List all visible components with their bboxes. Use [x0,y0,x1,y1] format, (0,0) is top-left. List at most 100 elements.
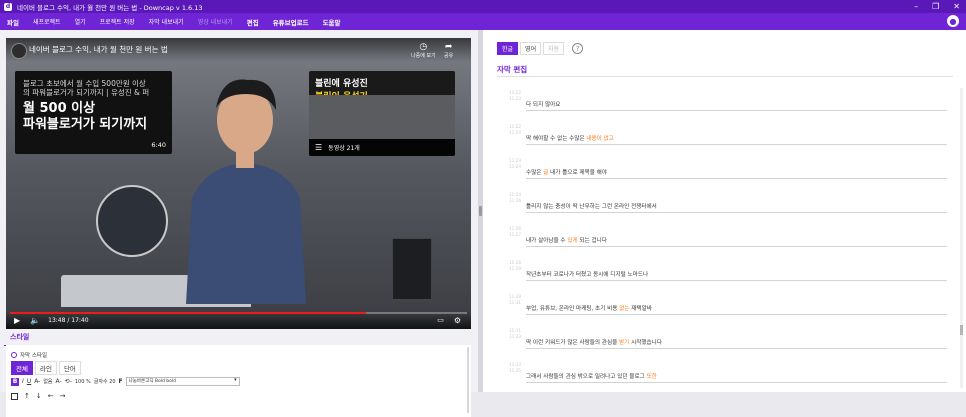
subtitle-timecode[interactable]: 11:29 11:31 [509,294,521,306]
title-bar: d 네이버 블로그 수익, 내가 월 천만 원 버는 법 - Downcap v… [0,0,966,13]
font-size-button[interactable]: A- [34,378,40,385]
line-height-field[interactable]: 100 % [75,379,91,385]
user-avatar-icon[interactable]: ● [947,15,959,27]
subtitle-text[interactable]: 딱 해야할 수 없는 수많은 내용이 없고 [526,134,614,142]
subtitle-text[interactable]: 수많은 글 내가 틀으로 제목을 해야 [526,168,607,176]
subtitle-timecode[interactable]: 11:26 11:27 [509,226,521,238]
subtitle-timecode[interactable]: 11:23 11:24 [509,158,521,170]
subtitle-end-time: 11:24 [509,130,522,135]
underline-button[interactable]: U [27,378,31,385]
tab-korean[interactable]: 한글 [497,42,519,55]
font-color-button[interactable]: A- [56,378,62,385]
style-tab[interactable]: 스타일 [3,332,36,346]
subtitle-text[interactable]: 딱 이런 키워드가 많은 사람들의 관심을 받기 시작했습니다 [526,338,662,346]
watch-later-button[interactable]: ◷ 나중에 보기 [411,43,436,60]
menu-export-subtitles[interactable]: 자막 내보내기 [142,17,191,26]
move-left-button[interactable]: ← [48,392,54,400]
subtitle-row[interactable]: 11:26 11:27 내가 살아남을 수 있게 되는 겁니다 [497,221,951,255]
subtitle-highlight-word: 없는 [619,306,630,312]
subtitle-edit-title: 자막 편집 [497,65,528,74]
subtitle-timecode[interactable]: 11:28 11:29 [509,260,521,272]
splitter-grip[interactable] [479,206,482,216]
subtitle-timecode[interactable]: 11:22 11:24 [509,124,521,136]
maximize-button[interactable]: ❐ [932,2,939,11]
settings-gear-icon[interactable]: ⚙ [454,316,461,325]
subtitle-text[interactable]: 내가 살아남을 수 있게 되는 겁니다 [526,236,607,244]
subtitle-underline [526,110,947,111]
subtitle-text-part: 그래서 사람들의 관심 밖으로 밀려나고 있던 블로그 [526,374,647,380]
box-icon[interactable] [11,392,18,400]
channel-avatar[interactable] [11,43,27,59]
letter-count-field[interactable]: 글자수 20 [94,378,116,385]
subtitle-scrollbar-thumb[interactable] [960,325,963,335]
menu-open[interactable]: 열기 [68,17,93,26]
video-player[interactable]: 네이버 블로그 수익, 내가 월 천만 원 버는 법 ◷ 나중에 보기 ➦ 공유… [6,38,471,329]
app-logo-icon: d [4,2,12,11]
subtitle-text[interactable]: 그래서 사람들의 관심 밖으로 밀려나고 있던 블로그 또한 [526,372,657,380]
subtitle-text-part: 틀리지 않는 충성이 딱 난무하는 그런 온라인 전쟁터에서 [526,204,657,210]
tab-all[interactable]: 전체 [11,361,33,375]
subtitle-row[interactable]: 11:23 11:24 수많은 글 내가 틀으로 제목을 해야 [497,153,951,187]
video-title[interactable]: 네이버 블로그 수익, 내가 월 천만 원 버는 법 [29,44,168,55]
tab-line[interactable]: 라인 [34,361,57,375]
menu-save-project[interactable]: 프로젝트 저장 [93,17,142,26]
subtitle-highlight-word: 내용이 없고 [586,136,614,142]
outline-none-select[interactable]: 없음 [43,378,52,385]
minimize-button[interactable]: – [914,2,918,11]
close-button[interactable]: ✕ [953,2,960,11]
subtitle-scrollbar[interactable] [960,88,963,388]
menu-bar: 파일 새프로젝트 열기 프로젝트 저장 자막 내보내기 영상 내보내기 편집 유… [0,13,966,30]
menu-help[interactable]: 도움말 [316,17,348,27]
subtitle-text[interactable]: 작년초부터 코로나가 터졌고 동시에 디지털 노마드나 [526,270,648,278]
subtitle-row[interactable]: 11:24 11:26 틀리지 않는 충성이 딱 난무하는 그런 온라인 전쟁터에서 [497,187,951,221]
move-down-button[interactable]: ↓ [36,392,42,400]
playlist-icon: ☰ [315,143,323,152]
subtitle-row[interactable]: 11:28 11:29 작년초부터 코로나가 터졌고 동시에 디지털 노마드나 [497,255,951,289]
share-button[interactable]: ➦ 공유 [444,43,453,60]
volume-icon[interactable]: 🔈 [30,316,40,325]
subtitle-end-time: 11:26 [509,198,522,203]
subtitle-timecode[interactable]: 11:33 11:35 [509,362,521,374]
subtitle-row[interactable]: 11:22 11:23 다 되지 않아요 [497,85,951,119]
style-panel-scrollbar[interactable] [467,347,469,413]
subtitle-underline [526,314,947,315]
card1-headline: 월 500 이상 파워블로거가 되기까지 [23,101,147,133]
subtitle-timecode[interactable]: 11:22 11:23 [509,90,521,102]
subtitle-row[interactable]: 11:22 11:24 딱 해야할 수 없는 수많은 내용이 없고 [497,119,951,153]
help-icon[interactable]: ? [572,43,584,54]
subtitle-timecode[interactable]: 11:24 11:26 [509,192,521,204]
play-icon[interactable]: ▶ [14,316,20,325]
right-pane: 한글 영어 자동 ? 자막 편집 11:22 11:23 다 되지 않아요 11:22… [483,30,966,392]
end-screen-video-card[interactable]: 블로그 초보에서 월 수입 500만원 이상 의 파워블로거가 되기까지 | 유… [15,71,172,154]
move-up-button[interactable]: ↑ [24,392,30,400]
subtitle-text[interactable]: 부업, 유튜브, 온라인 마케팅, 초기 비용 없는 재택알바 [526,304,652,312]
italic-button[interactable]: I [22,378,24,385]
menu-youtube-upload[interactable]: 유튜브업로드 [266,17,316,27]
subtitle-end-time: 11:35 [509,368,522,373]
end-screen-playlist-card[interactable]: 블린에 유성진 블린이 육성기 ☰ 동영상 21개 [309,71,455,156]
subtitle-style-option[interactable]: 자막 스타일 [11,351,47,359]
menu-file[interactable]: 파일 [0,17,26,27]
subtitle-text[interactable]: 틀리지 않는 충성이 딱 난무하는 그런 온라인 전쟁터에서 [526,202,657,210]
radio-icon[interactable] [11,352,17,358]
menu-edit[interactable]: 편집 [240,17,266,27]
menu-export-video[interactable]: 영상 내보내기 [191,17,240,26]
font-select[interactable]: 나눔바른고딕 Bold bold [125,377,240,386]
subtitle-row[interactable]: 11:31 11:33 딱 이런 키워드가 많은 사람들의 관심을 받기 시작했습니… [497,323,951,357]
subtitle-timecode[interactable]: 11:31 11:33 [509,328,521,340]
subtitle-end-time: 11:33 [509,334,522,339]
menu-new-project[interactable]: 새프로젝트 [26,17,68,26]
camera-inset-circle [96,185,168,257]
tab-english[interactable]: 영어 [520,42,542,55]
bold-button[interactable]: B [11,377,19,386]
subtitles-icon[interactable]: ▭ [437,316,444,324]
subtitle-text[interactable]: 다 되지 않아요 [526,100,560,108]
rotate-button[interactable]: ⟲- [65,378,72,385]
tab-auto[interactable]: 자동 [543,42,565,55]
subtitle-row[interactable]: 11:33 11:35 그래서 사람들의 관심 밖으로 밀려나고 있던 블로그 또한 [497,357,951,391]
tab-word[interactable]: 단어 [58,361,81,375]
language-tabs: 한글 영어 자동 ? [497,42,584,55]
subtitle-end-time: 11:23 [509,96,522,101]
move-right-button[interactable]: → [60,392,66,400]
subtitle-row[interactable]: 11:29 11:31 부업, 유튜브, 온라인 마케팅, 초기 비용 없는 재택알… [497,289,951,323]
